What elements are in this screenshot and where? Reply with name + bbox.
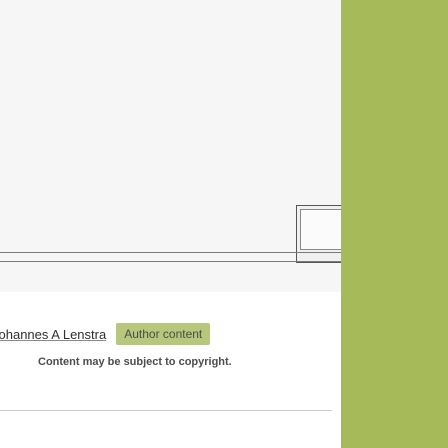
author-content-badge: Author content: [116, 323, 211, 345]
thumbnail-rule-bottom: [296, 261, 346, 262]
figure-rule-bottom: [0, 261, 341, 262]
caption-row: Johannes A Lenstra Author content: [0, 323, 211, 345]
thumbnail-box[interactable]: [296, 205, 346, 263]
page: Johannes A Lenstra Author content Conten…: [0, 0, 448, 448]
author-link[interactable]: Johannes A Lenstra: [0, 327, 106, 342]
figure-rule-top: [0, 252, 341, 253]
thumbnail-inner: [300, 209, 342, 250]
copyright-notice: Content may be subject to copyright.: [38, 356, 232, 368]
divider: [0, 410, 332, 411]
side-panel: [341, 0, 448, 448]
thumbnail-rule-top: [296, 252, 346, 253]
figure-image-area[interactable]: [0, 0, 341, 292]
